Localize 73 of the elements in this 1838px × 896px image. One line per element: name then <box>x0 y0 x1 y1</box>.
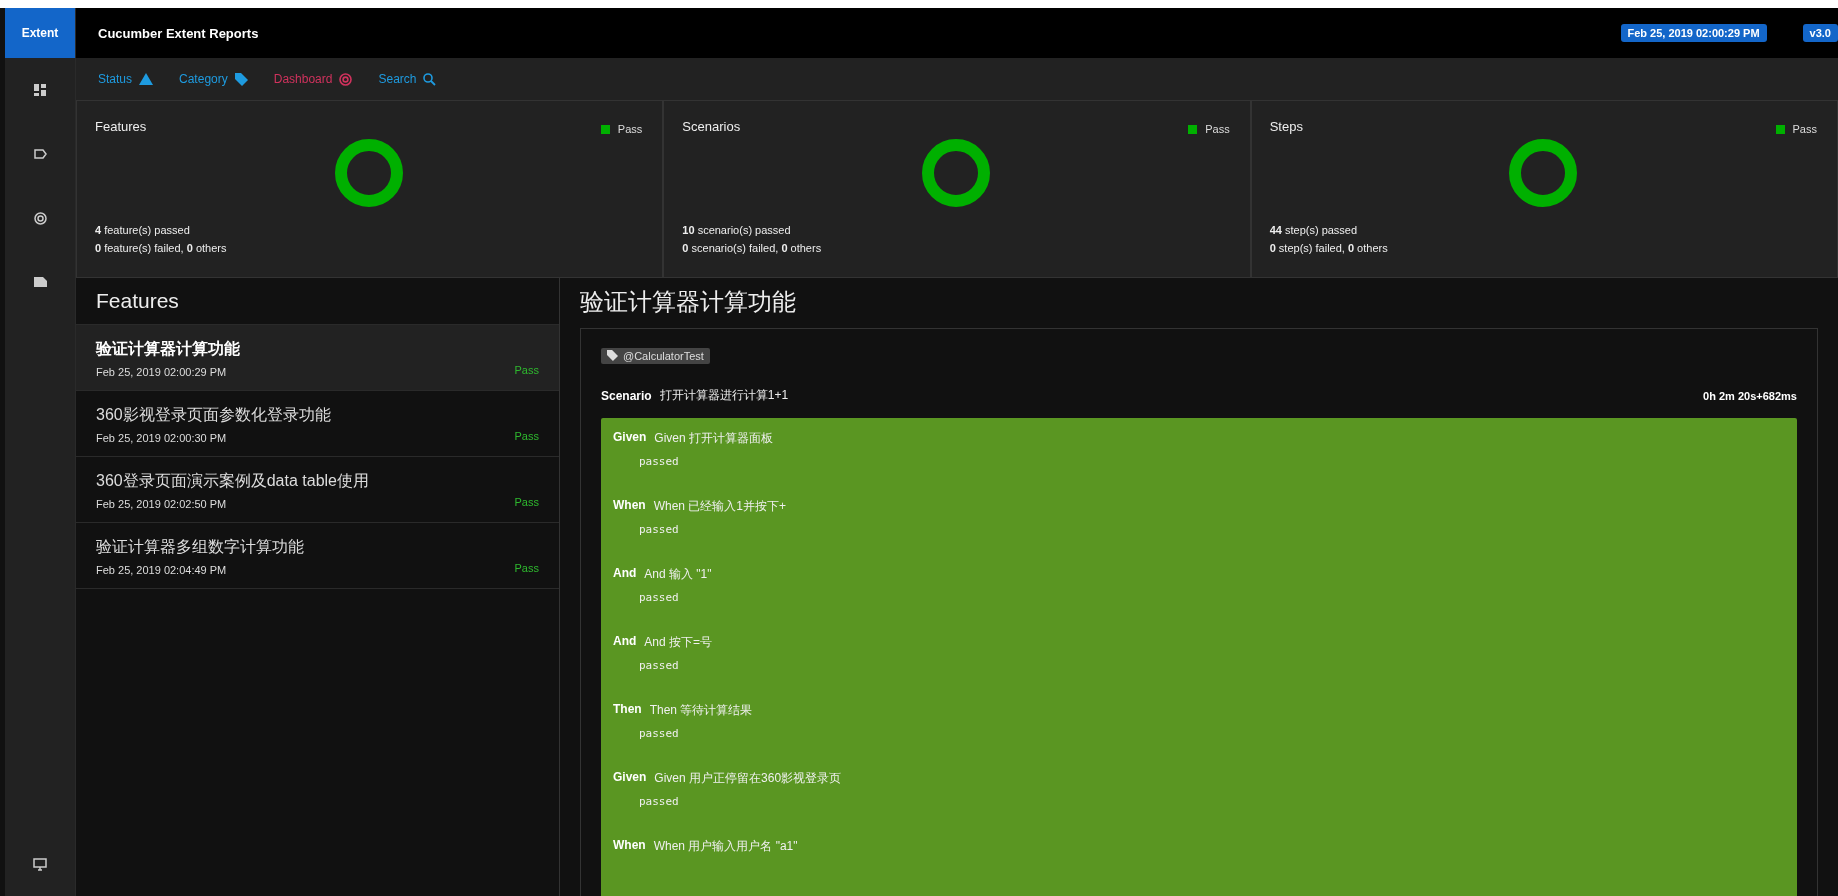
feature-item[interactable]: 验证计算器多组数字计算功能 Feb 25, 2019 02:04:49 PM Pass <box>76 523 559 589</box>
step-keyword: Given <box>613 430 647 446</box>
passed-summary: 44 step(s) passed <box>1269 223 1359 238</box>
donut-drawing <box>1509 139 1578 207</box>
brand-logo[interactable]: Extent <box>5 8 75 58</box>
scenario-duration: 0h 2m 20s+682ms <box>1703 389 1797 402</box>
scenario-name: 打开计算器进行计算1+1 <box>659 387 790 404</box>
passed-summary: 10 scenario(s) passed <box>682 223 792 238</box>
label-icon[interactable] <box>33 149 47 159</box>
step-keyword: When <box>613 838 646 854</box>
version-label: v3.0 <box>1802 24 1838 42</box>
step-keyword: When <box>613 498 646 514</box>
tag-icon <box>607 350 618 361</box>
feature-title: 验证计算器计算功能 <box>580 287 797 317</box>
failed-summary: 0 feature(s) failed, 0 others <box>95 241 228 256</box>
feature-name: 360登录页面演示案例及data table使用 <box>96 471 369 491</box>
status-label: Pass <box>514 430 539 442</box>
radial-chart-icon[interactable] <box>33 211 47 225</box>
card-title: Scenarios <box>682 119 741 135</box>
failed-summary: 0 scenario(s) failed, 0 others <box>682 241 823 256</box>
folder-icon[interactable] <box>33 277 47 287</box>
nav-link[interactable]: Search <box>378 72 437 86</box>
donut-drawing <box>334 139 403 207</box>
feature-item[interactable]: 360登录页面演示案例及data table使用 Feb 25, 2019 02:02:50 PM Pass <box>76 457 559 523</box>
step-status: passed <box>638 659 680 672</box>
step-status: passed <box>638 591 680 604</box>
step-status: passed <box>638 455 680 468</box>
feature-time: Feb 25, 2019 02:02:50 PM <box>96 498 228 510</box>
step-keyword: Given <box>613 770 647 786</box>
nav-link[interactable]: Category <box>179 72 248 86</box>
report-title: Cucumber Extent Reports <box>98 25 260 41</box>
report-date: Feb 25, 2019 02:00:29 PM <box>1620 24 1767 42</box>
passed-summary: 4 feature(s) passed <box>95 223 191 238</box>
feature-time: Feb 25, 2019 02:00:29 PM <box>96 366 228 378</box>
scenario-label: Scenario <box>601 388 652 403</box>
step-keyword: And <box>613 634 637 650</box>
tag-icon <box>234 72 248 86</box>
legend-label: Pass <box>1205 123 1230 135</box>
donut-drawing <box>922 139 990 207</box>
step-keyword: And <box>613 566 637 582</box>
status-label: Pass <box>514 562 539 574</box>
search-icon <box>423 72 437 86</box>
feature-name: 验证计算器多组数字计算功能 <box>96 537 304 557</box>
feature-name: 验证计算器计算功能 <box>96 339 240 359</box>
failed-summary: 0 step(s) failed, 0 others <box>1269 241 1389 256</box>
feature-time: Feb 25, 2019 02:04:49 PM <box>96 564 228 576</box>
legend-label: Pass <box>617 123 643 135</box>
feature-item[interactable]: 验证计算器计算功能 Feb 25, 2019 02:00:29 PM Pass <box>76 325 559 391</box>
step-status: passed <box>638 795 680 808</box>
card-title: Features <box>95 119 147 135</box>
monitor-icon[interactable] <box>33 857 47 871</box>
step-status: passed <box>638 523 680 536</box>
nav-link[interactable]: Status <box>98 72 154 86</box>
card-title: Steps <box>1269 119 1303 135</box>
step-name: When 用户输入用户名 "a1" <box>653 838 798 855</box>
step-name: Given 打开计算器面板 <box>654 430 774 447</box>
feature-time: Feb 25, 2019 02:00:30 PM <box>96 432 228 444</box>
tag-label[interactable]: @CalculatorTest <box>601 347 710 364</box>
feature-name: 360影视登录页面参数化登录功能 <box>96 405 331 425</box>
warning-icon <box>139 73 154 85</box>
step-name: And 按下=号 <box>644 634 713 651</box>
feature-item[interactable]: 360影视登录页面参数化登录功能 Feb 25, 2019 02:00:30 PM Pass <box>76 391 559 457</box>
step-keyword: Then <box>613 702 642 718</box>
status-label: Pass <box>514 364 539 376</box>
radial-chart-icon <box>339 72 353 86</box>
step-name: Given 用户正停留在360影视登录页 <box>654 770 842 787</box>
step-name: Then 等待计算结果 <box>649 702 753 719</box>
step-status: passed <box>638 727 680 740</box>
step-name: When 已经输入1并按下+ <box>653 498 787 515</box>
dashboard-grid-icon[interactable] <box>34 84 46 96</box>
step-name: And 输入 "1" <box>644 566 712 583</box>
legend-label: Pass <box>1792 123 1817 135</box>
status-label: Pass <box>514 496 539 508</box>
